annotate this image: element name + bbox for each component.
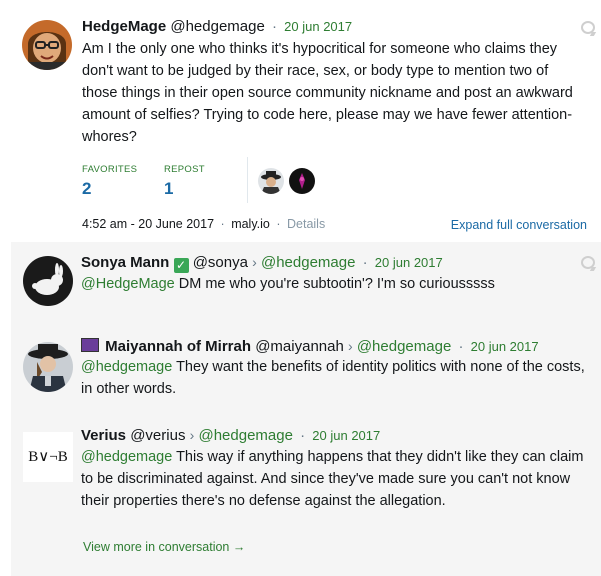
reply-chevron: › bbox=[347, 338, 353, 354]
reply-chevron: › bbox=[252, 254, 257, 270]
reply-text: @HedgeMage DM me who you're subtootin'? … bbox=[81, 273, 586, 295]
reposter-avatar[interactable] bbox=[289, 168, 315, 194]
dot-separator: · bbox=[276, 217, 281, 231]
author-name[interactable]: HedgeMage bbox=[82, 18, 166, 35]
flag-emoji-icon bbox=[81, 338, 99, 352]
view-more-link[interactable]: View more in conversation → bbox=[83, 540, 245, 554]
reply-mention[interactable]: @HedgeMage bbox=[81, 276, 175, 292]
reply-chevron: › bbox=[189, 427, 195, 443]
details-link[interactable]: Details bbox=[287, 217, 325, 231]
reply-body: DM me who you're subtootin'? I'm so curi… bbox=[174, 276, 495, 292]
dot-separator: · bbox=[458, 338, 464, 355]
reply-mention[interactable]: @hedgemage bbox=[81, 359, 172, 375]
reply-author-name[interactable]: Sonya Mann bbox=[81, 254, 169, 271]
maiyannah-avatar[interactable] bbox=[23, 342, 73, 392]
post-meta: 4:52 am - 20 June 2017 · maly.io · Detai… bbox=[82, 217, 325, 231]
main-post-text: Am I the only one who thinks it's hypocr… bbox=[82, 41, 573, 145]
reply-header-sonya: Sonya Mann ✓ @sonya › @hedgemage · 20 ju… bbox=[81, 254, 443, 273]
verius-avatar-text: B∨¬B bbox=[28, 449, 68, 465]
favorites-label: FAVORITES bbox=[82, 164, 138, 175]
favoriter-avatar[interactable] bbox=[258, 168, 284, 194]
main-post: HedgeMage @hedgemage · 20 jun 2017 Am I … bbox=[0, 0, 601, 242]
dot-separator: · bbox=[362, 254, 368, 271]
reply-author-name[interactable]: Verius bbox=[81, 427, 126, 444]
check-mark-icon: ✓ bbox=[173, 258, 189, 273]
post-stats: FAVORITES 2 REPOST 1 bbox=[82, 155, 601, 205]
reply-header-maiyannah: Maiyannah of Mirrah @maiyannah › @hedgem… bbox=[81, 338, 539, 355]
reply-to-handle[interactable]: @hedgemage bbox=[198, 427, 292, 444]
reply-author-handle[interactable]: @sonya bbox=[193, 254, 248, 271]
expand-conversation-link[interactable]: Expand full conversation bbox=[451, 218, 587, 232]
source-link[interactable]: maly.io bbox=[231, 217, 270, 231]
main-post-header: HedgeMage @hedgemage · 20 jun 2017 bbox=[82, 18, 352, 35]
reply-bubble-icon[interactable] bbox=[581, 256, 595, 269]
sonya-avatar[interactable] bbox=[23, 256, 73, 306]
verius-avatar[interactable]: B∨¬B bbox=[23, 432, 73, 482]
post-timestamp[interactable]: 4:52 am - 20 June 2017 bbox=[82, 217, 214, 231]
reply-bubble-icon[interactable] bbox=[581, 21, 595, 34]
reply-text: @hedgemage This way if anything happens … bbox=[81, 446, 586, 512]
reply-author-name[interactable]: Maiyannah of Mirrah bbox=[105, 338, 251, 355]
repost-count[interactable]: 1 bbox=[164, 179, 173, 199]
favorites-count[interactable]: 2 bbox=[82, 179, 91, 199]
dot-separator: · bbox=[272, 18, 277, 35]
hedgemage-avatar[interactable] bbox=[22, 20, 72, 70]
reply-date[interactable]: 20 jun 2017 bbox=[375, 255, 443, 270]
reply-date[interactable]: 20 jun 2017 bbox=[312, 428, 380, 443]
conversation-panel: Sonya Mann ✓ @sonya › @hedgemage · 20 ju… bbox=[11, 242, 601, 576]
post-date[interactable]: 20 jun 2017 bbox=[284, 19, 352, 34]
dot-separator: · bbox=[220, 217, 225, 231]
repost-label: REPOST bbox=[164, 164, 205, 175]
reply-author-handle[interactable]: @maiyannah bbox=[255, 338, 344, 355]
stats-divider bbox=[247, 157, 248, 203]
reply-date[interactable]: 20 jun 2017 bbox=[471, 339, 539, 354]
dot-separator: · bbox=[300, 427, 306, 444]
author-handle[interactable]: @hedgemage bbox=[170, 18, 264, 35]
reply-to-handle[interactable]: @hedgemage bbox=[261, 254, 355, 271]
reply-header-verius: Verius @verius › @hedgemage · 20 jun 201… bbox=[81, 427, 380, 444]
reply-mention[interactable]: @hedgemage bbox=[81, 449, 172, 465]
reply-text: @hedgemage They want the benefits of ide… bbox=[81, 356, 586, 400]
reply-to-handle[interactable]: @hedgemage bbox=[357, 338, 451, 355]
reply-author-handle[interactable]: @verius bbox=[130, 427, 185, 444]
